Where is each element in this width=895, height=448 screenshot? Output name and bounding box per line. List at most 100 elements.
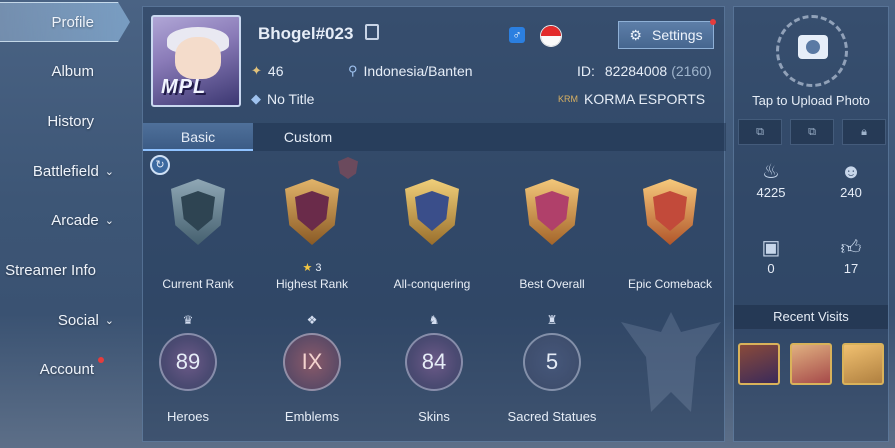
location-value: Indonesia/Banten <box>363 63 473 79</box>
level-wings-icon: ✦ <box>251 63 262 78</box>
sacred-statue-icon: ♜ <box>546 313 558 327</box>
upload-photo-text[interactable]: Tap to Upload Photo <box>734 93 888 108</box>
level-value: 46 <box>267 63 284 79</box>
photo-and-stats-panel: Tap to Upload Photo ⧉ ⧉ 🔒︎ ♨ 4225 ☻ 240 … <box>733 6 889 442</box>
tab-label: Basic <box>180 129 216 145</box>
badge-label: Highest Rank <box>275 277 349 291</box>
sidebar-nav: Profile Album History Battlefield ⌄ Arca… <box>0 0 130 448</box>
sidebar-item-label: Album <box>51 62 94 80</box>
stat-followers[interactable]: ☻ 240 <box>816 159 886 200</box>
stat-value: 89 <box>175 349 201 374</box>
team-tag: KRM <box>558 94 578 104</box>
best-overall-emblem-icon <box>517 175 587 255</box>
sidebar-item-arcade[interactable]: Arcade ⌄ <box>0 200 130 240</box>
sidebar-item-label: Profile <box>51 13 94 31</box>
heroes-icon: ♛ <box>182 313 194 327</box>
popularity-value: 4225 <box>756 185 786 200</box>
sidebar-item-label: Arcade <box>51 211 99 229</box>
sidebar-item-label: History <box>47 112 94 130</box>
settings-button[interactable]: ⚙ Settings <box>618 19 716 49</box>
indonesia-flag-icon <box>540 25 562 47</box>
locked-emblem-watermark-icon <box>621 312 721 412</box>
stat-ring: 5 <box>523 333 581 391</box>
stat-label: Heroes <box>167 409 209 424</box>
badge-current-rank[interactable]: Current Rank <box>143 169 253 299</box>
id-row: ID: 82284008 (2160) <box>577 63 712 79</box>
stat-heroes[interactable]: ♛ 89 Heroes <box>133 313 243 433</box>
photo-slots: ⧉ ⧉ 🔒︎ <box>738 119 886 145</box>
stat-likes[interactable]: 👍︎ 17 <box>816 235 886 276</box>
badge-epic-comeback[interactable]: Epic Comeback <box>615 169 725 299</box>
recent-visitor-avatar[interactable] <box>842 343 884 385</box>
stat-label: Skins <box>418 409 450 424</box>
gift-icon: ▣ <box>761 237 781 259</box>
badge-highest-rank[interactable]: ★ 3 Highest Rank <box>257 169 367 299</box>
chevron-down-icon: ⌄ <box>104 214 114 227</box>
stat-sacred-statues[interactable]: ♜ 5 Sacred Statues <box>497 313 607 433</box>
badge-best-overall[interactable]: Best Overall <box>497 169 607 299</box>
avatar[interactable]: MPL <box>151 15 241 107</box>
photo-slot-1[interactable]: ⧉ <box>738 119 782 145</box>
sidebar-item-album[interactable]: Album <box>0 51 130 91</box>
notification-dot <box>98 357 104 363</box>
sidebar-item-social[interactable]: Social ⌄ <box>0 300 130 340</box>
badge-label: Epic Comeback <box>627 277 713 291</box>
followers-value: 240 <box>840 185 862 200</box>
sidebar-item-streamer-info[interactable]: Streamer Info <box>0 250 130 290</box>
tab-custom[interactable]: Custom <box>253 123 363 151</box>
id-value: 82284008 <box>604 63 668 79</box>
settings-button-label: Settings <box>651 27 703 43</box>
chevron-down-icon: ⌄ <box>104 314 114 327</box>
title-value: No Title <box>267 91 315 107</box>
location-pin-icon: ⚲ <box>348 63 358 78</box>
all-conquering-emblem-icon <box>397 175 467 255</box>
stat-emblems[interactable]: ❖ IX Emblems <box>257 313 367 433</box>
team-row[interactable]: KRM KORMA ESPORTS <box>558 91 705 107</box>
stat-gifts[interactable]: ▣ 0 <box>736 235 806 276</box>
stat-popularity[interactable]: ♨ 4225 <box>736 159 806 200</box>
badge-label: All-conquering <box>393 277 471 291</box>
tab-basic[interactable]: Basic <box>143 123 253 151</box>
thumbs-up-icon: 👍︎ <box>840 237 862 259</box>
star-icon: ★ <box>302 262 313 274</box>
stars-count: 3 <box>315 262 322 274</box>
chevron-down-icon: ⌄ <box>104 165 114 178</box>
stat-value: 5 <box>545 349 559 374</box>
stat-ring: 84 <box>405 333 463 391</box>
likes-value: 17 <box>843 261 859 276</box>
sidebar-item-account[interactable]: Account <box>0 349 130 389</box>
sidebar-item-history[interactable]: History <box>0 101 130 141</box>
copy-icon[interactable] <box>365 24 379 40</box>
badge-label: Current Rank <box>162 277 234 291</box>
sidebar-item-label: Account <box>39 360 94 378</box>
id-label: ID: <box>577 63 595 79</box>
sidebar-item-battlefield[interactable]: Battlefield ⌄ <box>0 151 130 191</box>
photo-slot-2[interactable]: ⧉ <box>790 119 834 145</box>
rank-stars: ★ 3 <box>257 261 367 274</box>
badge-all-conquering[interactable]: All-conquering <box>377 169 487 299</box>
team-name: KORMA ESPORTS <box>584 91 706 107</box>
username: Bhogel#023 <box>258 24 354 43</box>
badge-label: Best Overall <box>519 277 585 291</box>
skins-icon: ♞ <box>428 313 440 327</box>
flame-icon: ♨ <box>762 161 780 183</box>
profile-tabs: Basic Custom <box>143 123 726 151</box>
photo-slot-locked[interactable]: 🔒︎ <box>842 119 886 145</box>
followers-icon: ☻ <box>840 161 862 183</box>
stat-skins[interactable]: ♞ 84 Skins <box>379 313 489 433</box>
sidebar-item-profile[interactable]: Profile <box>0 2 130 42</box>
gifts-value: 0 <box>767 261 775 276</box>
tab-label: Custom <box>283 129 333 145</box>
recent-visitor-avatar[interactable] <box>790 343 832 385</box>
recent-visitor-avatar[interactable] <box>738 343 780 385</box>
gear-icon: ⚙ <box>629 26 642 43</box>
avatar-logo-text: MPL <box>161 76 207 98</box>
level-row: ✦ 46 <box>251 63 283 79</box>
sidebar-item-label: Social <box>57 311 99 329</box>
title-row[interactable]: ◆ No Title <box>251 91 314 107</box>
stat-ring: IX <box>283 333 341 391</box>
avatar-face <box>175 37 221 79</box>
recent-visits-title: Recent Visits <box>734 305 888 329</box>
stat-label: Sacred Statues <box>507 409 597 424</box>
stat-value: 84 <box>421 349 447 374</box>
